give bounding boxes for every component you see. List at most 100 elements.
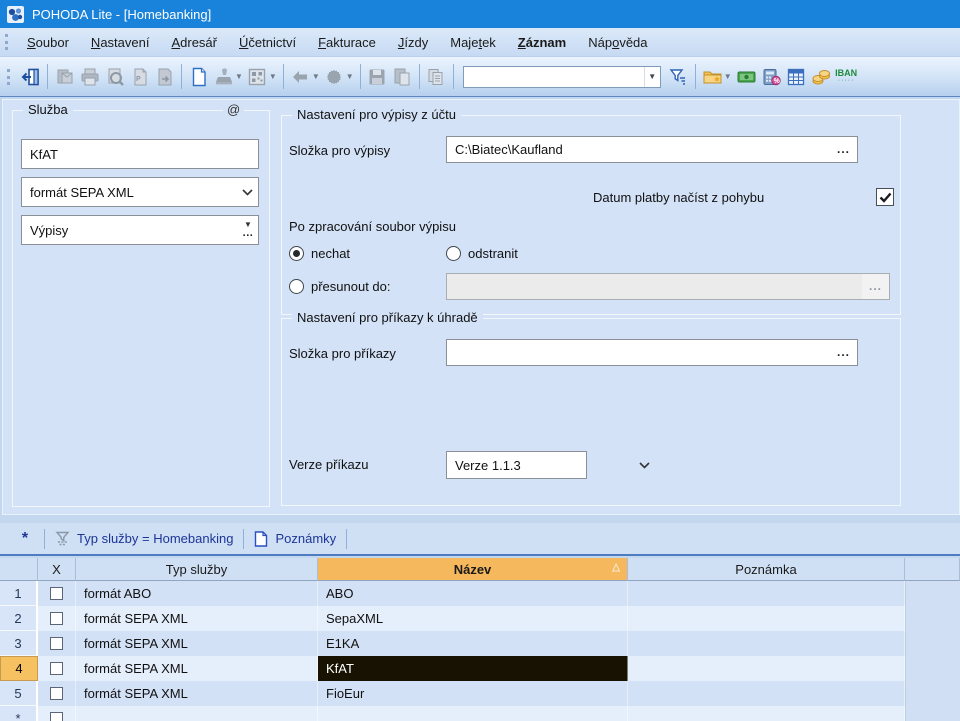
row-number[interactable]: 1	[0, 581, 38, 606]
browse-icon[interactable]: ...	[830, 146, 857, 153]
chevron-down-icon[interactable]	[236, 178, 258, 206]
presunout-folder-input[interactable]	[447, 274, 862, 299]
verze-prikazu-select[interactable]	[446, 451, 587, 479]
row-checkbox[interactable]	[50, 687, 63, 700]
menu-majetek[interactable]: Majetek	[439, 30, 507, 55]
export-icon[interactable]	[152, 64, 177, 89]
iban-icon[interactable]: IBAN·····	[834, 64, 859, 89]
save-icon[interactable]	[365, 64, 390, 89]
header-poznamka[interactable]: Poznámka	[628, 558, 905, 581]
print-preview-icon[interactable]	[102, 64, 127, 89]
actions-icon[interactable]	[322, 64, 347, 89]
row-checkbox-cell[interactable]	[38, 706, 76, 721]
table-row[interactable]: 1 formát ABO ABO	[0, 581, 960, 606]
row-checkbox[interactable]	[50, 662, 63, 675]
menu-napoveda[interactable]: Nápověda	[577, 30, 658, 55]
table-row-selected[interactable]: 4 formát SEPA XML KfAT	[0, 656, 960, 681]
menu-nastaveni[interactable]: Nastavení	[80, 30, 161, 55]
tax-calculator-icon[interactable]: %	[759, 64, 784, 89]
copy-icon[interactable]	[424, 64, 449, 89]
menu-grip[interactable]	[5, 34, 8, 50]
calculator-icon[interactable]	[784, 64, 809, 89]
browse-icon[interactable]: ...	[830, 349, 857, 356]
menu-jizdy[interactable]: Jízdy	[387, 30, 439, 55]
tab-filter[interactable]: Typ služby = Homebanking	[45, 523, 243, 554]
favorites-dropdown-icon[interactable]: ▼	[724, 72, 732, 81]
radio-button-icon[interactable]	[289, 279, 304, 294]
currency-icon[interactable]	[809, 64, 834, 89]
cell-nazev[interactable]	[318, 706, 628, 721]
service-agenda-field[interactable]: ▼ ...	[21, 215, 259, 245]
quick-search-combo[interactable]: ▼	[463, 66, 661, 88]
cash-icon[interactable]	[734, 64, 759, 89]
tab-all-records[interactable]: *	[6, 523, 44, 554]
pdf-export-icon[interactable]: P	[127, 64, 152, 89]
stamp-icon[interactable]	[211, 64, 236, 89]
cell-typ-sluzby[interactable]	[76, 706, 318, 721]
row-number[interactable]: 3	[0, 631, 38, 656]
favorites-folder-icon[interactable]	[700, 64, 725, 89]
menu-soubor[interactable]: Soubor	[16, 30, 80, 55]
print-icon[interactable]	[77, 64, 102, 89]
row-checkbox-cell[interactable]	[38, 656, 76, 681]
menu-ucetnictvi[interactable]: Účetnictví	[228, 30, 307, 55]
menu-zaznam[interactable]: Záznam	[507, 30, 577, 55]
row-checkbox-cell[interactable]	[38, 631, 76, 656]
row-checkbox[interactable]	[50, 712, 63, 721]
radio-button-icon[interactable]	[446, 246, 461, 261]
paste-icon[interactable]	[390, 64, 415, 89]
qr-payment-icon[interactable]	[245, 64, 270, 89]
row-checkbox-cell[interactable]	[38, 681, 76, 706]
service-name-input[interactable]	[22, 140, 258, 168]
toolbar-grip[interactable]	[7, 69, 10, 85]
verze-prikazu-value[interactable]	[447, 452, 639, 478]
chevron-down-icon[interactable]	[639, 452, 650, 478]
browse-icon[interactable]: ...	[862, 274, 889, 299]
cell-nazev[interactable]: E1KA	[318, 631, 628, 656]
row-number[interactable]: 4	[0, 656, 38, 681]
cell-typ-sluzby[interactable]: formát SEPA XML	[76, 606, 318, 631]
row-checkbox-cell[interactable]	[38, 581, 76, 606]
back-icon[interactable]	[288, 64, 313, 89]
ellipsis-icon[interactable]: ...	[243, 229, 254, 238]
actions-dropdown-icon[interactable]: ▼	[346, 72, 354, 81]
combo-dropdown-icon[interactable]: ▼	[644, 67, 660, 87]
tab-poznamky[interactable]: Poznámky	[244, 523, 346, 554]
cell-poznamka[interactable]	[628, 656, 905, 681]
service-format-value[interactable]	[22, 178, 236, 206]
qr-dropdown-icon[interactable]: ▼	[269, 72, 277, 81]
cell-poznamka[interactable]	[628, 631, 905, 656]
stamp-dropdown-icon[interactable]: ▼	[235, 72, 243, 81]
mail-merge-icon[interactable]	[52, 64, 77, 89]
radio-presunout[interactable]: přesunout do:	[289, 279, 391, 294]
folder-prikazy-input[interactable]	[447, 340, 830, 365]
cell-poznamka[interactable]	[628, 681, 905, 706]
row-checkbox[interactable]	[50, 612, 63, 625]
header-nazev[interactable]: Název△	[318, 558, 628, 581]
service-agenda-value[interactable]	[22, 216, 238, 244]
row-checkbox[interactable]	[50, 587, 63, 600]
row-number[interactable]: 2	[0, 606, 38, 631]
cell-typ-sluzby[interactable]: formát SEPA XML	[76, 681, 318, 706]
filter-icon[interactable]	[666, 64, 691, 89]
cell-nazev-selected[interactable]: KfAT	[318, 656, 628, 681]
exit-icon[interactable]	[18, 64, 43, 89]
menu-fakturace[interactable]: Fakturace	[307, 30, 387, 55]
cell-typ-sluzby[interactable]: formát ABO	[76, 581, 318, 606]
table-row[interactable]: 3 formát SEPA XML E1KA	[0, 631, 960, 656]
radio-button-icon[interactable]	[289, 246, 304, 261]
service-name-field[interactable]	[21, 139, 259, 169]
header-gutter[interactable]	[0, 558, 38, 581]
row-checkbox-cell[interactable]	[38, 606, 76, 631]
cell-typ-sluzby[interactable]: formát SEPA XML	[76, 631, 318, 656]
back-dropdown-icon[interactable]: ▼	[312, 72, 320, 81]
table-row[interactable]: 2 formát SEPA XML SepaXML	[0, 606, 960, 631]
cell-nazev[interactable]: FioEur	[318, 681, 628, 706]
agenda-split-button[interactable]: ▼ ...	[238, 216, 258, 244]
datum-platby-checkbox[interactable]	[876, 188, 894, 206]
cell-poznamka[interactable]	[628, 581, 905, 606]
cell-poznamka[interactable]	[628, 606, 905, 631]
service-format-select[interactable]	[21, 177, 259, 207]
row-number[interactable]: *	[0, 706, 38, 721]
row-checkbox[interactable]	[50, 637, 63, 650]
